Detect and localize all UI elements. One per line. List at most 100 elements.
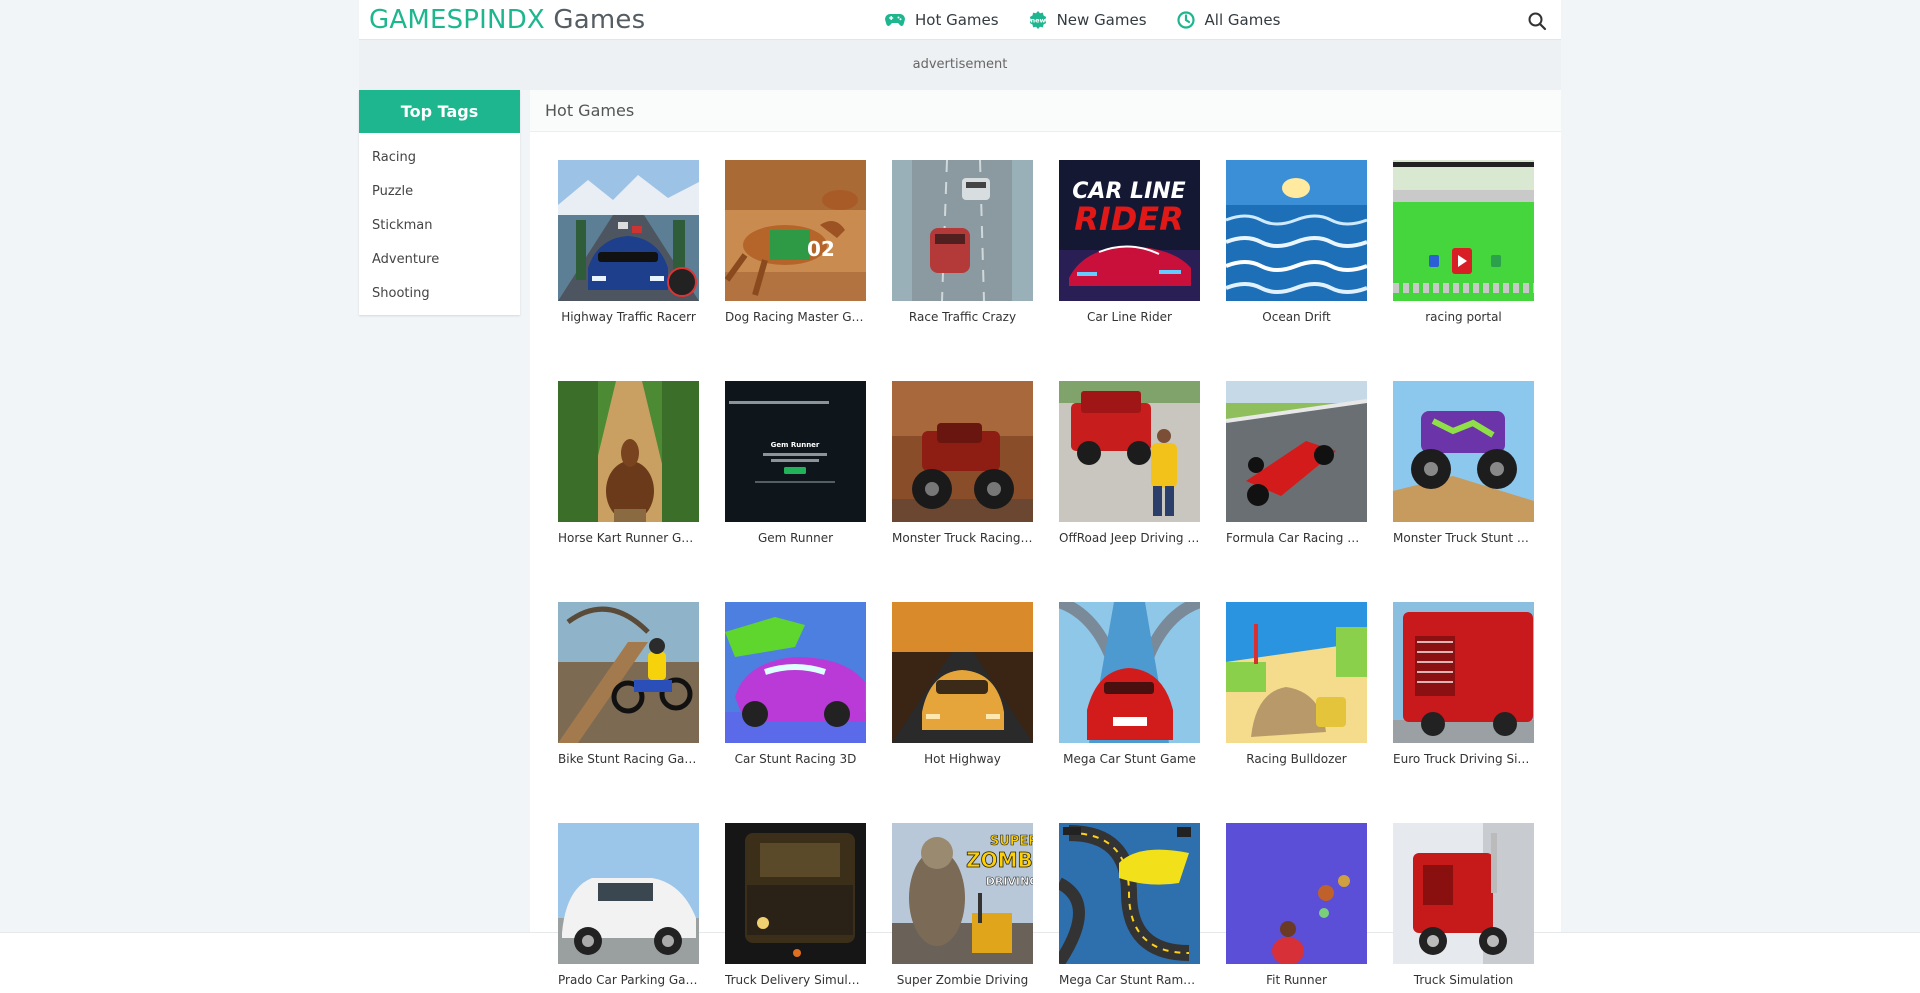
nav-all-games[interactable]: All Games: [1176, 11, 1281, 29]
game-thumbnail[interactable]: [1226, 160, 1367, 301]
logo-brand: GAMESPINDX: [369, 5, 545, 35]
game-thumbnail[interactable]: [1393, 602, 1534, 743]
nav-label: Hot Games: [915, 11, 999, 29]
game-title[interactable]: Race Traffic Crazy: [892, 308, 1033, 326]
game-title[interactable]: Highway Traffic Racerr: [558, 308, 699, 326]
hot-games-panel: Hot Games Highway Traffic Racerr 02 Dog …: [530, 90, 1561, 987]
svg-text:SUPER: SUPER: [990, 834, 1033, 849]
game-title[interactable]: OffRoad Jeep Driving G...: [1059, 529, 1200, 547]
nav-new-games[interactable]: new New Games: [1029, 11, 1147, 29]
game-thumbnail[interactable]: CAR LINE RIDER: [1059, 160, 1200, 301]
game-title[interactable]: Truck Simulation: [1393, 971, 1534, 989]
game-card[interactable]: 02 Dog Racing Master Game: [725, 160, 866, 326]
game-thumbnail[interactable]: [558, 602, 699, 743]
svg-text:Gem Runner: Gem Runner: [771, 441, 820, 449]
game-title[interactable]: Fit Runner: [1226, 971, 1367, 989]
game-thumbnail[interactable]: Gem Runner: [725, 381, 866, 522]
game-title[interactable]: Dog Racing Master Game: [725, 308, 866, 326]
game-title[interactable]: Bike Stunt Racing Game: [558, 750, 699, 768]
game-card[interactable]: Hot Highway: [892, 602, 1033, 768]
game-thumbnail[interactable]: [558, 823, 699, 964]
main-nav: Hot Games new New Games All Games: [885, 0, 1310, 40]
game-thumbnail[interactable]: [725, 823, 866, 964]
game-title[interactable]: Truck Delivery Simulator: [725, 971, 866, 989]
tag-stickman[interactable]: Stickman: [359, 209, 520, 243]
game-card[interactable]: Truck Simulation: [1393, 823, 1534, 989]
game-thumbnail[interactable]: [1226, 381, 1367, 522]
tag-puzzle[interactable]: Puzzle: [359, 175, 520, 209]
game-thumbnail[interactable]: [1059, 823, 1200, 964]
game-title[interactable]: Mega Car Stunt Game: [1059, 750, 1200, 768]
svg-text:RIDER: RIDER: [1074, 200, 1184, 238]
tag-list: Racing Puzzle Stickman Adventure Shootin…: [359, 133, 520, 315]
game-card[interactable]: Euro Truck Driving Simul...: [1393, 602, 1534, 768]
tag-racing[interactable]: Racing: [359, 141, 520, 175]
game-card[interactable]: racing portal: [1393, 160, 1534, 326]
advertisement-slot: advertisement: [359, 40, 1561, 90]
game-title[interactable]: Monster Truck Stunt Ga...: [1393, 529, 1534, 547]
game-thumbnail[interactable]: [1226, 823, 1367, 964]
game-card[interactable]: Truck Delivery Simulator: [725, 823, 866, 989]
game-title[interactable]: Prado Car Parking Game: [558, 971, 699, 989]
game-title[interactable]: Formula Car Racing Ga...: [1226, 529, 1367, 547]
search-icon[interactable]: [1527, 11, 1547, 31]
game-card[interactable]: SUPER ZOMBIE DRIVING Super Zombie Drivin…: [892, 823, 1033, 989]
new-badge-icon: new: [1029, 11, 1046, 29]
game-thumbnail[interactable]: [1059, 602, 1200, 743]
game-title[interactable]: Euro Truck Driving Simul...: [1393, 750, 1534, 768]
game-thumbnail[interactable]: [1393, 381, 1534, 522]
game-card[interactable]: OffRoad Jeep Driving G...: [1059, 381, 1200, 547]
page-container: GAMESPINDX Games Hot Games new New Games…: [359, 0, 1561, 987]
tag-adventure[interactable]: Adventure: [359, 243, 520, 277]
game-card[interactable]: Mega Car Stunt Ramps ...: [1059, 823, 1200, 989]
game-thumbnail[interactable]: [558, 160, 699, 301]
game-card[interactable]: Prado Car Parking Game: [558, 823, 699, 989]
nav-label: All Games: [1204, 11, 1281, 29]
game-title[interactable]: Super Zombie Driving: [892, 971, 1033, 989]
game-card[interactable]: CAR LINE RIDER Car Line Rider: [1059, 160, 1200, 326]
game-card[interactable]: Highway Traffic Racerr: [558, 160, 699, 326]
game-card[interactable]: Horse Kart Runner Game: [558, 381, 699, 547]
svg-text:new: new: [1030, 17, 1045, 25]
game-card[interactable]: Formula Car Racing Ga...: [1226, 381, 1367, 547]
game-thumbnail[interactable]: [892, 602, 1033, 743]
game-title[interactable]: racing portal: [1393, 308, 1534, 326]
game-card[interactable]: Car Stunt Racing 3D: [725, 602, 866, 768]
game-title[interactable]: Car Stunt Racing 3D: [725, 750, 866, 768]
game-thumbnail[interactable]: [1393, 160, 1534, 301]
game-card[interactable]: Race Traffic Crazy: [892, 160, 1033, 326]
game-thumbnail[interactable]: [1226, 602, 1367, 743]
game-card[interactable]: Monster Truck Stunt Ga...: [1393, 381, 1534, 547]
game-thumbnail[interactable]: [725, 602, 866, 743]
game-card[interactable]: Monster Truck Racing G...: [892, 381, 1033, 547]
game-title[interactable]: Car Line Rider: [1059, 308, 1200, 326]
game-title[interactable]: Ocean Drift: [1226, 308, 1367, 326]
game-card[interactable]: Mega Car Stunt Game: [1059, 602, 1200, 768]
game-title[interactable]: Horse Kart Runner Game: [558, 529, 699, 547]
svg-text:02: 02: [807, 237, 835, 261]
game-card[interactable]: Racing Bulldozer: [1226, 602, 1367, 768]
game-title[interactable]: Gem Runner: [725, 529, 866, 547]
nav-label: New Games: [1056, 11, 1147, 29]
site-logo[interactable]: GAMESPINDX Games: [369, 5, 645, 35]
game-card[interactable]: Gem Runner Gem Runner: [725, 381, 866, 547]
game-card[interactable]: Ocean Drift: [1226, 160, 1367, 326]
nav-hot-games[interactable]: Hot Games: [885, 11, 999, 29]
game-thumbnail[interactable]: [892, 381, 1033, 522]
svg-text:ZOMBIE: ZOMBIE: [966, 848, 1033, 872]
game-card[interactable]: Bike Stunt Racing Game: [558, 602, 699, 768]
game-card[interactable]: Fit Runner: [1226, 823, 1367, 989]
tag-shooting[interactable]: Shooting: [359, 277, 520, 311]
game-title[interactable]: Hot Highway: [892, 750, 1033, 768]
game-thumbnail[interactable]: [892, 160, 1033, 301]
game-title[interactable]: Mega Car Stunt Ramps ...: [1059, 971, 1200, 989]
game-title[interactable]: Racing Bulldozer: [1226, 750, 1367, 768]
game-thumbnail[interactable]: [558, 381, 699, 522]
game-thumbnail[interactable]: SUPER ZOMBIE DRIVING: [892, 823, 1033, 964]
game-title[interactable]: Monster Truck Racing G...: [892, 529, 1033, 547]
game-thumbnail[interactable]: [1393, 823, 1534, 964]
game-thumbnail[interactable]: 02: [725, 160, 866, 301]
clock-icon: [1176, 11, 1195, 29]
svg-text:DRIVING: DRIVING: [986, 875, 1033, 888]
game-thumbnail[interactable]: [1059, 381, 1200, 522]
